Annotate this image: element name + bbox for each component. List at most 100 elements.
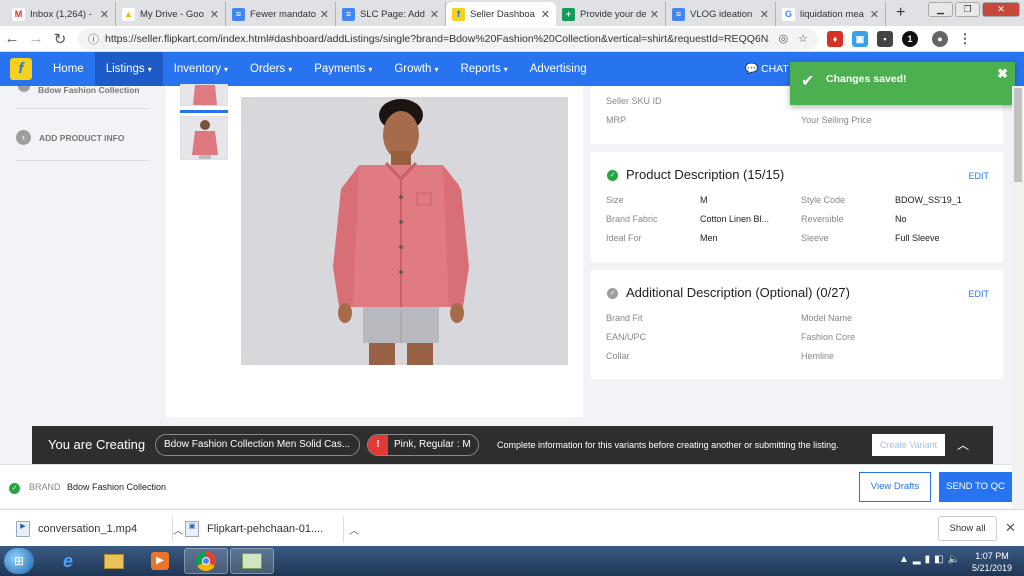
- chrome-glyph: [196, 551, 216, 571]
- nav-listings[interactable]: Listings ▾: [94, 52, 163, 86]
- location-icon[interactable]: ◎: [779, 32, 789, 45]
- browser-tab-strip: M Inbox (1,264) - ✕ ▲ My Drive - Goo ✕ ≡…: [0, 0, 1024, 26]
- close-tab-icon[interactable]: ✕: [650, 8, 659, 21]
- edit-additional-description-link[interactable]: EDIT: [968, 289, 989, 299]
- close-tab-icon[interactable]: ✕: [870, 8, 879, 21]
- close-tab-icon[interactable]: ✕: [320, 8, 329, 21]
- step-add-product-info[interactable]: › ADD PRODUCT INFO: [16, 130, 124, 145]
- nav-home[interactable]: Home: [42, 52, 95, 86]
- flipkart-logo-icon: f: [10, 58, 32, 80]
- nav-growth[interactable]: Growth ▾: [383, 52, 449, 86]
- browser-tab-docs-2[interactable]: ≡ SLC Page: Add ✕: [336, 2, 446, 26]
- browser-tab-gmail[interactable]: M Inbox (1,264) - ✕: [6, 2, 116, 26]
- paint-taskbar-icon[interactable]: [230, 548, 274, 574]
- view-drafts-button[interactable]: View Drafts: [859, 472, 931, 502]
- system-tray-icons[interactable]: ▲▂▮◧🔈: [899, 554, 964, 565]
- nav-inventory[interactable]: Inventory ▾: [163, 52, 239, 86]
- image-thumbnail[interactable]: [180, 116, 228, 160]
- chevron-up-icon[interactable]: ︿: [957, 436, 969, 453]
- nav-label: Home: [53, 63, 84, 75]
- scrollbar-thumb[interactable]: [1014, 88, 1022, 182]
- creating-variant-bar: You are Creating Bdow Fashion Collection…: [32, 426, 993, 464]
- nav-reports[interactable]: Reports ▾: [449, 52, 518, 86]
- close-toast-icon[interactable]: ✖: [997, 66, 1008, 82]
- tab-title: SLC Page: Add: [360, 8, 425, 20]
- chevron-right-icon: ›: [16, 130, 31, 145]
- tab-title: My Drive - Goo: [140, 8, 204, 20]
- section-title: Additional Description (Optional) (0/27): [626, 285, 850, 300]
- chevron-up-icon[interactable]: ︿: [173, 522, 183, 537]
- explorer-taskbar-icon[interactable]: [92, 548, 136, 574]
- ie-taskbar-icon[interactable]: e: [46, 548, 90, 574]
- close-tab-icon[interactable]: ✕: [430, 8, 439, 21]
- google-icon: G: [782, 7, 795, 21]
- minimize-icon[interactable]: ▁: [928, 2, 953, 17]
- close-tab-icon[interactable]: ✕: [210, 8, 219, 21]
- docs-icon: ≡: [232, 7, 245, 21]
- variant-label: Pink, Regular : M: [394, 439, 471, 450]
- windows-taskbar: ⊞ e ▶ ▲▂▮◧🔈 1:07 PM 5/21/2019: [0, 546, 1024, 576]
- docs-icon: ≡: [672, 7, 685, 21]
- product-name-pill[interactable]: Bdow Fashion Collection Men Solid Cas...: [155, 434, 360, 456]
- chevron-down-icon: ▾: [288, 65, 293, 74]
- browser-tab-docs-1[interactable]: ≡ Fewer mandato ✕: [226, 2, 336, 26]
- divider: [16, 160, 150, 161]
- download-item[interactable]: ▣ Flipkart-pehchaan-01.... ︿: [185, 515, 359, 543]
- field-value: Cotton Linen Bl...: [700, 214, 770, 224]
- nav-payments[interactable]: Payments ▾: [303, 52, 383, 86]
- back-icon[interactable]: ←: [0, 30, 24, 47]
- chat-button[interactable]: 💬 CHAT: [745, 62, 789, 75]
- edit-product-description-link[interactable]: EDIT: [968, 171, 989, 181]
- field-value: BDOW_SS'19_1: [895, 195, 962, 205]
- new-tab-button[interactable]: +: [886, 2, 915, 26]
- browser-tab-sheets[interactable]: + Provide your de ✕: [556, 2, 666, 26]
- browser-tab-drive[interactable]: ▲ My Drive - Goo ✕: [116, 2, 226, 26]
- chat-label: CHAT: [761, 63, 789, 75]
- extension-gallery-icon[interactable]: ▪: [877, 30, 893, 47]
- flipkart-icon: f: [452, 7, 465, 21]
- download-item[interactable]: ▶ conversation_1.mp4 ︿: [16, 515, 183, 543]
- close-tab-icon[interactable]: ✕: [760, 8, 769, 21]
- product-images-card: [166, 84, 583, 417]
- taskbar-clock[interactable]: 1:07 PM 5/21/2019: [972, 550, 1012, 574]
- flipkart-logo[interactable]: f: [0, 52, 42, 86]
- field-label: Size: [606, 195, 624, 205]
- close-tab-icon[interactable]: ✕: [100, 8, 109, 21]
- menu-kebab-icon[interactable]: ⋮: [957, 31, 973, 47]
- nav-advertising[interactable]: Advertising: [519, 52, 598, 86]
- forward-icon[interactable]: →: [24, 30, 48, 47]
- nav-orders[interactable]: Orders ▾: [239, 52, 303, 86]
- bookmark-star-icon[interactable]: ☆: [798, 32, 808, 45]
- browser-tab-seller-dashboard[interactable]: f Seller Dashboa ✕: [446, 2, 556, 26]
- image-thumbnail[interactable]: [180, 84, 228, 106]
- browser-tab-google[interactable]: G liquidation mea ✕: [776, 2, 886, 26]
- send-to-qc-button[interactable]: SEND TO QC: [939, 472, 1012, 502]
- restore-icon[interactable]: ❐: [955, 2, 980, 17]
- page-scrollbar[interactable]: [1012, 86, 1024, 508]
- show-all-downloads-button[interactable]: Show all: [938, 516, 997, 541]
- extension-badge-icon[interactable]: 1: [902, 30, 918, 47]
- url-field[interactable]: ⓘ https://seller.flipkart.com/index.html…: [78, 27, 818, 50]
- media-player-taskbar-icon[interactable]: ▶: [138, 548, 182, 574]
- listing-action-bar: ✓ BRAND Bdow Fashion Collection View Dra…: [0, 464, 1024, 508]
- chevron-up-icon[interactable]: ︿: [349, 522, 359, 537]
- start-button-icon[interactable]: ⊞: [4, 548, 34, 574]
- alert-icon: !: [368, 435, 388, 455]
- reload-icon[interactable]: ↻: [48, 30, 72, 48]
- close-tab-icon[interactable]: ✕: [541, 8, 550, 21]
- variant-pill[interactable]: ! Pink, Regular : M: [367, 434, 479, 456]
- close-downloads-icon[interactable]: ✕: [1005, 520, 1016, 536]
- tab-title: VLOG ideation: [690, 8, 753, 20]
- profile-avatar-icon[interactable]: ●: [932, 30, 948, 47]
- extension-shield-icon[interactable]: ♦: [827, 30, 843, 47]
- product-main-image[interactable]: [241, 97, 568, 365]
- close-window-icon[interactable]: ✕: [982, 2, 1020, 17]
- tab-title: Inbox (1,264) -: [30, 8, 92, 20]
- browser-tab-docs-3[interactable]: ≡ VLOG ideation ✕: [666, 2, 776, 26]
- chrome-taskbar-icon[interactable]: [184, 548, 228, 574]
- url-text[interactable]: https://seller.flipkart.com/index.html#d…: [105, 33, 769, 45]
- extension-map-icon[interactable]: ▣: [852, 30, 868, 47]
- step-brand[interactable]: ✓ Bdow Fashion Collection: [16, 82, 140, 97]
- info-icon[interactable]: ⓘ: [88, 31, 99, 47]
- create-variant-button[interactable]: Create Variant: [872, 434, 945, 456]
